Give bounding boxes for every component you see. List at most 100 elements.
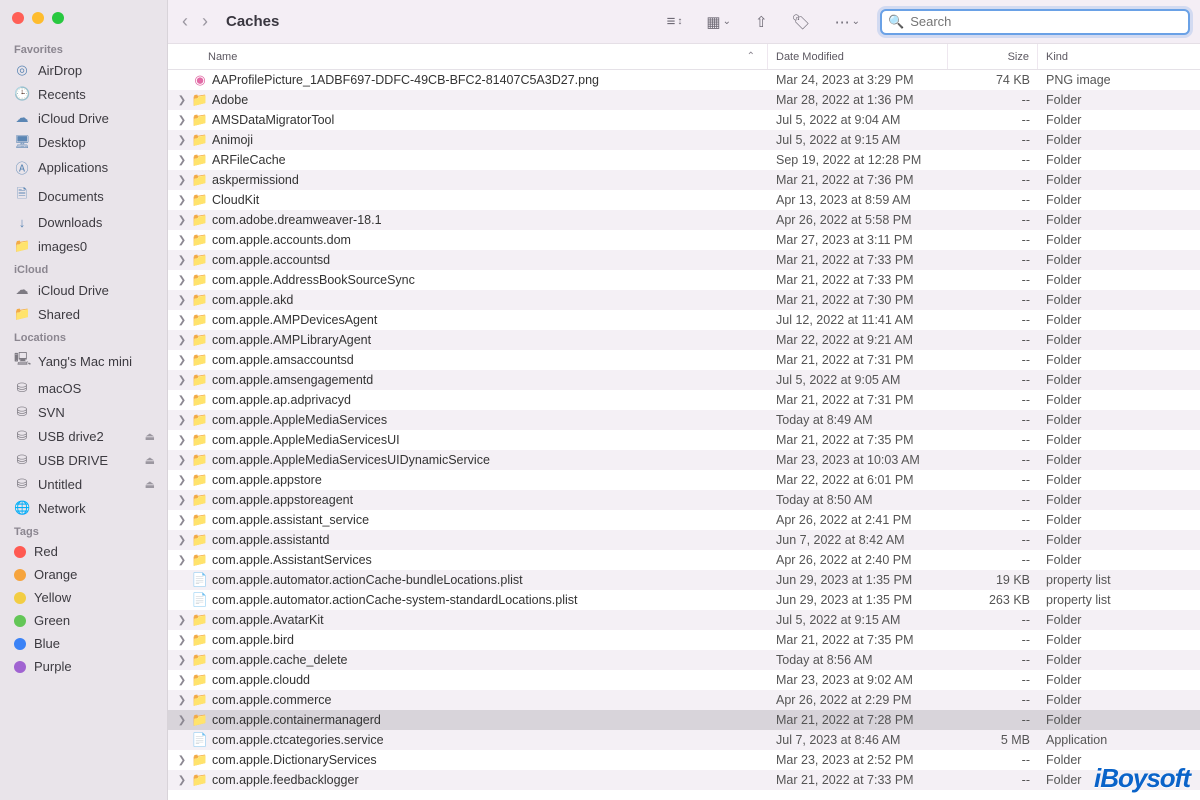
file-row[interactable]: ❯📄com.apple.ctcategories.serviceJul 7, 2… bbox=[168, 730, 1200, 750]
search-input[interactable] bbox=[910, 14, 1182, 29]
sidebar-item[interactable]: 🕒Recents bbox=[0, 82, 167, 106]
tags-button[interactable]: 🏷 bbox=[788, 11, 815, 33]
disclosure-triangle-icon[interactable]: ❯ bbox=[176, 235, 188, 246]
disclosure-triangle-icon[interactable]: ❯ bbox=[176, 495, 188, 506]
file-row[interactable]: ❯📁com.apple.AppleMediaServicesUIMar 21, … bbox=[168, 430, 1200, 450]
sidebar-item[interactable]: Blue bbox=[0, 632, 167, 655]
sidebar-item[interactable]: 🖥Desktop bbox=[0, 130, 167, 154]
disclosure-triangle-icon[interactable]: ❯ bbox=[176, 215, 188, 226]
disclosure-triangle-icon[interactable]: ❯ bbox=[176, 455, 188, 466]
view-list-button[interactable]: ≡↕ bbox=[663, 11, 687, 32]
file-row[interactable]: ❯📁com.apple.appstoreagentToday at 8:50 A… bbox=[168, 490, 1200, 510]
file-row[interactable]: ❯📁askpermissiondMar 21, 2022 at 7:36 PM-… bbox=[168, 170, 1200, 190]
file-row[interactable]: ❯📁com.adobe.dreamweaver-18.1Apr 26, 2022… bbox=[168, 210, 1200, 230]
disclosure-triangle-icon[interactable]: ❯ bbox=[176, 515, 188, 526]
sidebar-item[interactable]: Orange bbox=[0, 563, 167, 586]
file-row[interactable]: ❯📁com.apple.birdMar 21, 2022 at 7:35 PM-… bbox=[168, 630, 1200, 650]
sidebar-item[interactable]: Green bbox=[0, 609, 167, 632]
back-button[interactable]: ‹ bbox=[182, 11, 188, 32]
sidebar-item[interactable]: ⒶApplications bbox=[0, 154, 167, 181]
file-row[interactable]: ❯📁com.apple.akdMar 21, 2022 at 7:30 PM--… bbox=[168, 290, 1200, 310]
file-row[interactable]: ❯📁com.apple.accounts.domMar 27, 2023 at … bbox=[168, 230, 1200, 250]
disclosure-triangle-icon[interactable]: ❯ bbox=[176, 555, 188, 566]
disclosure-triangle-icon[interactable]: ❯ bbox=[176, 375, 188, 386]
disclosure-triangle-icon[interactable]: ❯ bbox=[176, 675, 188, 686]
file-row[interactable]: ❯📄com.apple.automator.actionCache-system… bbox=[168, 590, 1200, 610]
file-row[interactable]: ❯📁com.apple.DictionaryServicesMar 23, 20… bbox=[168, 750, 1200, 770]
column-header-date[interactable]: Date Modified bbox=[768, 44, 948, 69]
file-row[interactable]: ❯📁com.apple.containermanagerdMar 21, 202… bbox=[168, 710, 1200, 730]
file-row[interactable]: ❯📁com.apple.feedbackloggerMar 21, 2022 a… bbox=[168, 770, 1200, 790]
file-row[interactable]: ❯📄com.apple.automator.actionCache-bundle… bbox=[168, 570, 1200, 590]
disclosure-triangle-icon[interactable]: ❯ bbox=[176, 335, 188, 346]
disclosure-triangle-icon[interactable]: ❯ bbox=[176, 615, 188, 626]
sidebar-item[interactable]: Purple bbox=[0, 655, 167, 678]
sidebar-item[interactable]: 🖳Yang's Mac mini bbox=[0, 346, 167, 376]
sidebar-item[interactable]: ⛁SVN bbox=[0, 400, 167, 424]
group-by-button[interactable]: ▦⌄ bbox=[702, 11, 735, 33]
eject-icon[interactable]: ⏏ bbox=[145, 430, 155, 443]
file-row[interactable]: ❯📁com.apple.cache_deleteToday at 8:56 AM… bbox=[168, 650, 1200, 670]
column-header-size[interactable]: Size bbox=[948, 44, 1038, 69]
disclosure-triangle-icon[interactable]: ❯ bbox=[176, 275, 188, 286]
file-row[interactable]: ❯📁ARFileCacheSep 19, 2022 at 12:28 PM--F… bbox=[168, 150, 1200, 170]
sidebar-item[interactable]: ⛁USB drive2⏏ bbox=[0, 424, 167, 448]
file-row[interactable]: ❯📁AdobeMar 28, 2022 at 1:36 PM--Folder bbox=[168, 90, 1200, 110]
sidebar-item[interactable]: ⛁macOS bbox=[0, 376, 167, 400]
disclosure-triangle-icon[interactable]: ❯ bbox=[176, 295, 188, 306]
sidebar-item[interactable]: ☁iCloud Drive bbox=[0, 278, 167, 302]
sidebar-item[interactable]: Yellow bbox=[0, 586, 167, 609]
disclosure-triangle-icon[interactable]: ❯ bbox=[176, 315, 188, 326]
close-window-button[interactable] bbox=[12, 12, 24, 24]
disclosure-triangle-icon[interactable]: ❯ bbox=[176, 715, 188, 726]
disclosure-triangle-icon[interactable]: ❯ bbox=[176, 255, 188, 266]
file-row[interactable]: ❯📁AnimojiJul 5, 2022 at 9:15 AM--Folder bbox=[168, 130, 1200, 150]
file-row[interactable]: ❯📁com.apple.ap.adprivacydMar 21, 2022 at… bbox=[168, 390, 1200, 410]
disclosure-triangle-icon[interactable]: ❯ bbox=[176, 395, 188, 406]
column-header-name[interactable]: Name⌃ bbox=[168, 44, 768, 69]
disclosure-triangle-icon[interactable]: ❯ bbox=[176, 415, 188, 426]
file-row[interactable]: ❯📁AMSDataMigratorToolJul 5, 2022 at 9:04… bbox=[168, 110, 1200, 130]
sidebar-item[interactable]: ☁iCloud Drive bbox=[0, 106, 167, 130]
sidebar-item[interactable]: 📁Shared bbox=[0, 302, 167, 326]
eject-icon[interactable]: ⏏ bbox=[145, 478, 155, 491]
fullscreen-window-button[interactable] bbox=[52, 12, 64, 24]
disclosure-triangle-icon[interactable]: ❯ bbox=[176, 635, 188, 646]
disclosure-triangle-icon[interactable]: ❯ bbox=[176, 535, 188, 546]
disclosure-triangle-icon[interactable]: ❯ bbox=[176, 95, 188, 106]
sidebar-item[interactable]: ◎AirDrop bbox=[0, 58, 167, 82]
disclosure-triangle-icon[interactable]: ❯ bbox=[176, 135, 188, 146]
disclosure-triangle-icon[interactable]: ❯ bbox=[176, 435, 188, 446]
sidebar-item[interactable]: ⛁USB DRIVE⏏ bbox=[0, 448, 167, 472]
column-header-kind[interactable]: Kind bbox=[1038, 44, 1200, 69]
disclosure-triangle-icon[interactable]: ❯ bbox=[176, 775, 188, 786]
sidebar-item[interactable]: ⛁Untitled⏏ bbox=[0, 472, 167, 496]
forward-button[interactable]: › bbox=[202, 11, 208, 32]
file-row[interactable]: ❯📁com.apple.clouddMar 23, 2023 at 9:02 A… bbox=[168, 670, 1200, 690]
actions-menu-button[interactable]: ⋯⌄ bbox=[831, 11, 864, 33]
eject-icon[interactable]: ⏏ bbox=[145, 454, 155, 467]
sidebar-item[interactable]: ↓Downloads bbox=[0, 211, 167, 234]
disclosure-triangle-icon[interactable]: ❯ bbox=[176, 695, 188, 706]
minimize-window-button[interactable] bbox=[32, 12, 44, 24]
disclosure-triangle-icon[interactable]: ❯ bbox=[176, 655, 188, 666]
file-row[interactable]: ❯📁com.apple.amsengagementdJul 5, 2022 at… bbox=[168, 370, 1200, 390]
disclosure-triangle-icon[interactable]: ❯ bbox=[176, 175, 188, 186]
share-button[interactable]: ⇧ bbox=[751, 11, 772, 33]
file-row[interactable]: ❯📁com.apple.accountsdMar 21, 2022 at 7:3… bbox=[168, 250, 1200, 270]
file-row[interactable]: ❯📁com.apple.assistant_serviceApr 26, 202… bbox=[168, 510, 1200, 530]
disclosure-triangle-icon[interactable]: ❯ bbox=[176, 355, 188, 366]
file-row[interactable]: ❯📁com.apple.amsaccountsdMar 21, 2022 at … bbox=[168, 350, 1200, 370]
sidebar-item[interactable]: 🗎Documents bbox=[0, 181, 167, 211]
file-row[interactable]: ❯📁com.apple.AMPLibraryAgentMar 22, 2022 … bbox=[168, 330, 1200, 350]
file-row[interactable]: ❯📁com.apple.AppleMediaServicesToday at 8… bbox=[168, 410, 1200, 430]
disclosure-triangle-icon[interactable]: ❯ bbox=[176, 755, 188, 766]
file-row[interactable]: ❯◉AAProfilePicture_1ADBF697-DDFC-49CB-BF… bbox=[168, 70, 1200, 90]
file-row[interactable]: ❯📁com.apple.AMPDevicesAgentJul 12, 2022 … bbox=[168, 310, 1200, 330]
disclosure-triangle-icon[interactable]: ❯ bbox=[176, 195, 188, 206]
file-row[interactable]: ❯📁com.apple.AvatarKitJul 5, 2022 at 9:15… bbox=[168, 610, 1200, 630]
disclosure-triangle-icon[interactable]: ❯ bbox=[176, 475, 188, 486]
sidebar-item[interactable]: 📁images0 bbox=[0, 234, 167, 258]
file-row[interactable]: ❯📁com.apple.AddressBookSourceSyncMar 21,… bbox=[168, 270, 1200, 290]
file-row[interactable]: ❯📁com.apple.commerceApr 26, 2022 at 2:29… bbox=[168, 690, 1200, 710]
